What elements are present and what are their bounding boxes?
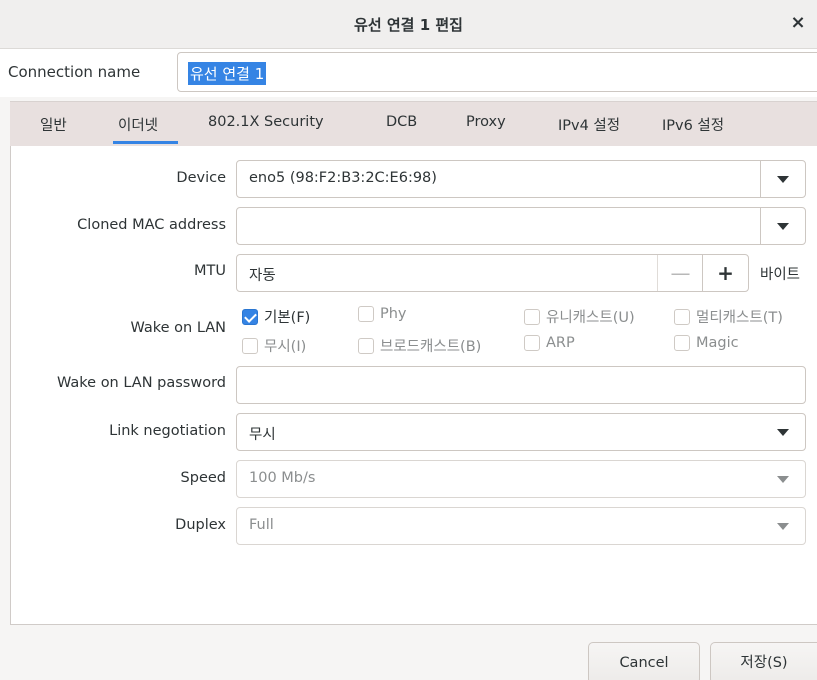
tab-general[interactable]: 일반 — [40, 114, 67, 135]
mtu-unit-label: 바이트 — [760, 267, 801, 283]
wol-phy-checkbox[interactable]: Phy — [358, 306, 407, 322]
wol-unicast-checkbox[interactable]: 유니캐스트(U) — [524, 306, 635, 327]
cancel-button[interactable]: Cancel — [588, 642, 700, 680]
checkbox-checked-icon — [242, 308, 258, 325]
wol-broadcast-label: 브로드캐스트(B) — [380, 339, 482, 355]
connection-name-row: Connection name 유선 연결 1 — [0, 49, 817, 97]
checkbox-icon — [674, 335, 690, 351]
close-icon[interactable]: × — [785, 10, 811, 36]
tab-ipv6-settings[interactable]: IPv6 설정 — [662, 114, 724, 135]
checkbox-icon — [358, 337, 374, 354]
wol-password-input[interactable] — [236, 366, 806, 404]
cloned-mac-label: Cloned MAC address — [77, 217, 226, 233]
checkbox-icon — [358, 306, 374, 322]
mtu-value: 자동 — [249, 268, 276, 284]
wol-arp-label: ARP — [546, 335, 575, 351]
connection-name-input[interactable]: 유선 연결 1 — [177, 52, 817, 92]
cloned-mac-combo[interactable] — [236, 207, 806, 245]
title-bar: 유선 연결 1 편집 × — [0, 0, 817, 49]
active-tab-indicator — [113, 141, 178, 144]
connection-name-value: 유선 연결 1 — [188, 62, 267, 85]
wol-default-label: 기본(F) — [264, 310, 311, 326]
chevron-down-icon — [777, 476, 789, 483]
wol-multicast-label: 멀티캐스트(T) — [696, 310, 783, 326]
wol-password-label: Wake on LAN password — [56, 375, 226, 391]
tab-dcb[interactable]: DCB — [386, 114, 417, 130]
wol-magic-checkbox[interactable]: Magic — [674, 335, 739, 351]
tab-ipv4-settings[interactable]: IPv4 설정 — [558, 114, 620, 135]
mtu-decrement-button[interactable]: — — [657, 255, 703, 291]
chevron-down-icon — [777, 523, 789, 530]
device-combo[interactable]: eno5 (98:F2:B3:2C:E6:98) — [236, 160, 806, 198]
wol-default-checkbox[interactable]: 기본(F) — [242, 306, 310, 327]
duplex-label: Duplex — [175, 517, 226, 533]
wake-on-lan-label: Wake on LAN — [130, 320, 226, 336]
mtu-increment-button[interactable]: + — [702, 255, 748, 291]
wol-ignore-label: 무시(I) — [264, 339, 307, 355]
cloned-mac-dropdown-button[interactable] — [760, 208, 805, 244]
chevron-down-icon — [777, 222, 789, 230]
link-negotiation-label: Link negotiation — [109, 423, 226, 439]
wol-phy-label: Phy — [380, 306, 407, 322]
device-value: eno5 (98:F2:B3:2C:E6:98) — [249, 170, 437, 186]
device-dropdown-button[interactable] — [760, 161, 805, 197]
speed-label: Speed — [180, 470, 226, 486]
window-title: 유선 연결 1 편집 — [354, 16, 463, 34]
wol-magic-label: Magic — [696, 335, 739, 351]
link-negotiation-value: 무시 — [249, 427, 276, 443]
mtu-spin-field[interactable]: 자동 — + — [236, 254, 749, 292]
wol-multicast-checkbox[interactable]: 멀티캐스트(T) — [674, 306, 783, 327]
tab-8021x-security[interactable]: 802.1X Security — [208, 114, 324, 130]
wol-arp-checkbox[interactable]: ARP — [524, 335, 575, 351]
device-label: Device — [176, 170, 226, 186]
connection-name-label: Connection name — [8, 63, 141, 81]
edit-connection-dialog: 유선 연결 1 편집 × Connection name 유선 연결 1 일반 … — [0, 0, 817, 680]
duplex-value: Full — [249, 517, 274, 533]
checkbox-icon — [674, 308, 690, 325]
mtu-label: MTU — [194, 263, 226, 279]
link-negotiation-combo[interactable]: 무시 — [236, 413, 806, 451]
duplex-combo[interactable]: Full — [236, 507, 806, 545]
chevron-down-icon — [777, 175, 789, 183]
checkbox-icon — [524, 308, 540, 325]
wol-broadcast-checkbox[interactable]: 브로드캐스트(B) — [358, 335, 481, 356]
tab-ethernet[interactable]: 이더넷 — [118, 114, 158, 135]
chevron-down-icon — [777, 429, 789, 436]
wol-unicast-label: 유니캐스트(U) — [546, 310, 635, 326]
speed-value: 100 Mb/s — [249, 470, 316, 486]
save-button[interactable]: 저장(S) — [710, 642, 817, 680]
checkbox-icon — [524, 335, 540, 351]
tab-bar: 일반 이더넷 802.1X Security DCB Proxy IPv4 설정… — [10, 101, 817, 147]
checkbox-icon — [242, 337, 258, 354]
speed-combo[interactable]: 100 Mb/s — [236, 460, 806, 498]
tab-proxy[interactable]: Proxy — [466, 114, 506, 130]
wol-ignore-checkbox[interactable]: 무시(I) — [242, 335, 306, 356]
